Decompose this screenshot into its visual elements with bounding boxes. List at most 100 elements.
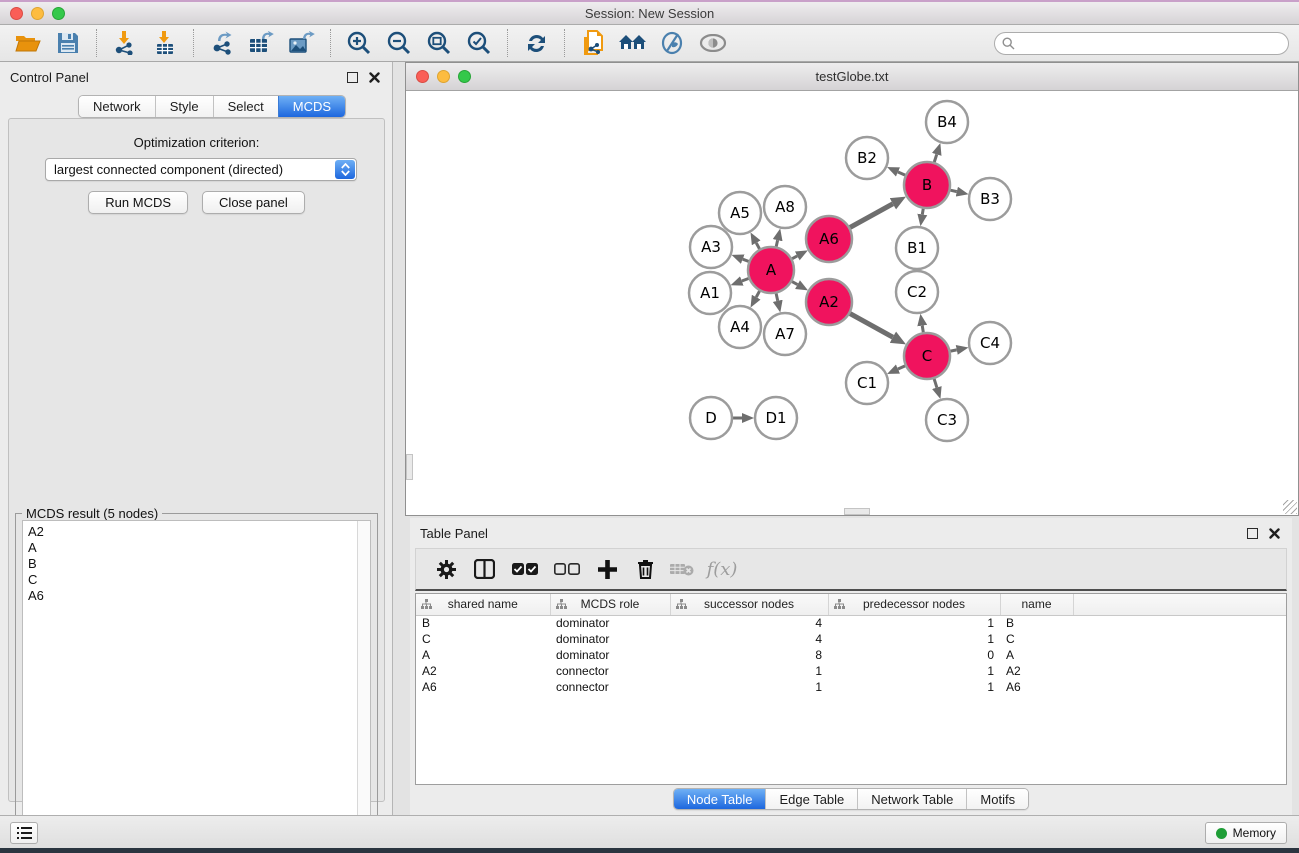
hide-selected-button[interactable]	[653, 27, 693, 59]
memory-button[interactable]: Memory	[1205, 822, 1287, 844]
open-session-button[interactable]	[8, 27, 48, 59]
refresh-button[interactable]	[516, 27, 556, 59]
close-table-panel-button[interactable]	[1266, 525, 1282, 541]
graph-node-B1[interactable]: B1	[896, 227, 938, 269]
show-all-button[interactable]	[693, 27, 733, 59]
graph-node-B[interactable]: B	[904, 162, 950, 208]
column-header-MCDS-role[interactable]: MCDS role	[550, 594, 670, 615]
table-row[interactable]: Cdominator41C	[416, 631, 1286, 647]
graph-node-B4[interactable]: B4	[926, 101, 968, 143]
search-input[interactable]	[1015, 35, 1288, 53]
graph-node-B2[interactable]: B2	[846, 137, 888, 179]
tab-network-table[interactable]: Network Table	[857, 789, 966, 809]
horizontal-scrollbar-thumb[interactable]	[844, 508, 870, 515]
table-cell[interactable]: 1	[828, 679, 1000, 695]
table-cell[interactable]: A	[1000, 647, 1073, 663]
mcds-result-item[interactable]: A2	[28, 524, 370, 540]
tab-select[interactable]: Select	[213, 96, 278, 117]
table-cell[interactable]: 4	[670, 615, 828, 631]
search-field[interactable]	[994, 32, 1289, 55]
graph-node-D1[interactable]: D1	[755, 397, 797, 439]
network-canvas[interactable]: B4B2BB3A8A5A6A3B1AC2A1A2A4A7C4CC1DD1C3	[406, 91, 1298, 515]
table-row[interactable]: Adominator80A	[416, 647, 1286, 663]
column-header-name[interactable]: name	[1000, 594, 1073, 615]
column-header-predecessor-nodes[interactable]: predecessor nodes	[828, 594, 1000, 615]
float-table-panel-button[interactable]	[1244, 525, 1260, 541]
table-cell[interactable]: A2	[1000, 663, 1073, 679]
table-cell[interactable]: A2	[416, 663, 550, 679]
graph-node-C[interactable]: C	[904, 333, 950, 379]
result-scrollbar[interactable]	[357, 521, 370, 846]
graph-node-A[interactable]: A	[748, 247, 794, 293]
graph-node-C1[interactable]: C1	[846, 362, 888, 404]
mcds-result-item[interactable]: B	[28, 556, 370, 572]
graph-node-A6[interactable]: A6	[806, 216, 852, 262]
graph-node-A4[interactable]: A4	[719, 306, 761, 348]
table-cell[interactable]: dominator	[550, 631, 670, 647]
close-mcds-panel-button[interactable]: Close panel	[202, 191, 305, 214]
table-cell[interactable]: 8	[670, 647, 828, 663]
table-cell[interactable]: 1	[828, 615, 1000, 631]
zoom-out-button[interactable]	[379, 27, 419, 59]
table-row[interactable]: A6connector11A6	[416, 679, 1286, 695]
graph-node-C2[interactable]: C2	[896, 271, 938, 313]
column-header-shared-name[interactable]: shared name	[416, 594, 550, 615]
table-cell[interactable]: 4	[670, 631, 828, 647]
zoom-in-button[interactable]	[339, 27, 379, 59]
tab-edge-table[interactable]: Edge Table	[765, 789, 857, 809]
export-image-button[interactable]	[282, 27, 322, 59]
tab-mcds[interactable]: MCDS	[278, 96, 345, 117]
graph-node-A3[interactable]: A3	[690, 226, 732, 268]
table-cell[interactable]: A	[416, 647, 550, 663]
table-cell[interactable]: 1	[828, 663, 1000, 679]
graph-node-D[interactable]: D	[690, 397, 732, 439]
table-cell[interactable]: C	[416, 631, 550, 647]
show-columns-button[interactable]	[464, 554, 504, 584]
column-header-successor-nodes[interactable]: successor nodes	[670, 594, 828, 615]
table-cell[interactable]: 1	[670, 663, 828, 679]
table-settings-button[interactable]	[428, 554, 464, 584]
mcds-result-list[interactable]: A2ABCA6	[22, 520, 371, 847]
run-mcds-button[interactable]: Run MCDS	[88, 191, 188, 214]
mcds-result-item[interactable]: A	[28, 540, 370, 556]
float-panel-button[interactable]	[344, 69, 360, 85]
tab-motifs[interactable]: Motifs	[966, 789, 1028, 809]
table-cell[interactable]: dominator	[550, 647, 670, 663]
create-column-button[interactable]	[588, 554, 626, 584]
optimization-criterion-select[interactable]: largest connected component (directed)	[45, 158, 357, 181]
tab-style[interactable]: Style	[155, 96, 213, 117]
vertical-scrollbar-thumb[interactable]	[406, 454, 413, 480]
table-row[interactable]: Bdominator41B	[416, 615, 1286, 631]
graph-node-A8[interactable]: A8	[764, 186, 806, 228]
table-cell[interactable]: B	[416, 615, 550, 631]
first-neighbors-button[interactable]	[613, 27, 653, 59]
table-cell[interactable]: A6	[416, 679, 550, 695]
export-table-button[interactable]	[242, 27, 282, 59]
import-table-button[interactable]	[145, 27, 185, 59]
table-cell[interactable]: B	[1000, 615, 1073, 631]
graph-node-A7[interactable]: A7	[764, 313, 806, 355]
task-history-button[interactable]	[10, 822, 38, 844]
table-row[interactable]: A2connector11A2	[416, 663, 1286, 679]
graph-node-B3[interactable]: B3	[969, 178, 1011, 220]
zoom-selected-button[interactable]	[459, 27, 499, 59]
window-resize-grip[interactable]	[1283, 500, 1297, 514]
close-panel-button[interactable]	[366, 69, 382, 85]
table-cell[interactable]: 0	[828, 647, 1000, 663]
graph-node-A1[interactable]: A1	[689, 272, 731, 314]
import-network-button[interactable]	[105, 27, 145, 59]
graph-node-C3[interactable]: C3	[926, 399, 968, 441]
select-all-button[interactable]	[504, 554, 546, 584]
table-cell[interactable]: C	[1000, 631, 1073, 647]
deselect-all-button[interactable]	[546, 554, 588, 584]
table-cell[interactable]: connector	[550, 679, 670, 695]
delete-column-button[interactable]	[626, 554, 664, 584]
table-cell[interactable]: connector	[550, 663, 670, 679]
tab-node-table[interactable]: Node Table	[674, 789, 766, 809]
tab-network[interactable]: Network	[79, 96, 155, 117]
table-cell[interactable]: A6	[1000, 679, 1073, 695]
table-cell[interactable]: dominator	[550, 615, 670, 631]
export-network-button[interactable]	[202, 27, 242, 59]
graph-node-A2[interactable]: A2	[806, 279, 852, 325]
table-cell[interactable]: 1	[828, 631, 1000, 647]
